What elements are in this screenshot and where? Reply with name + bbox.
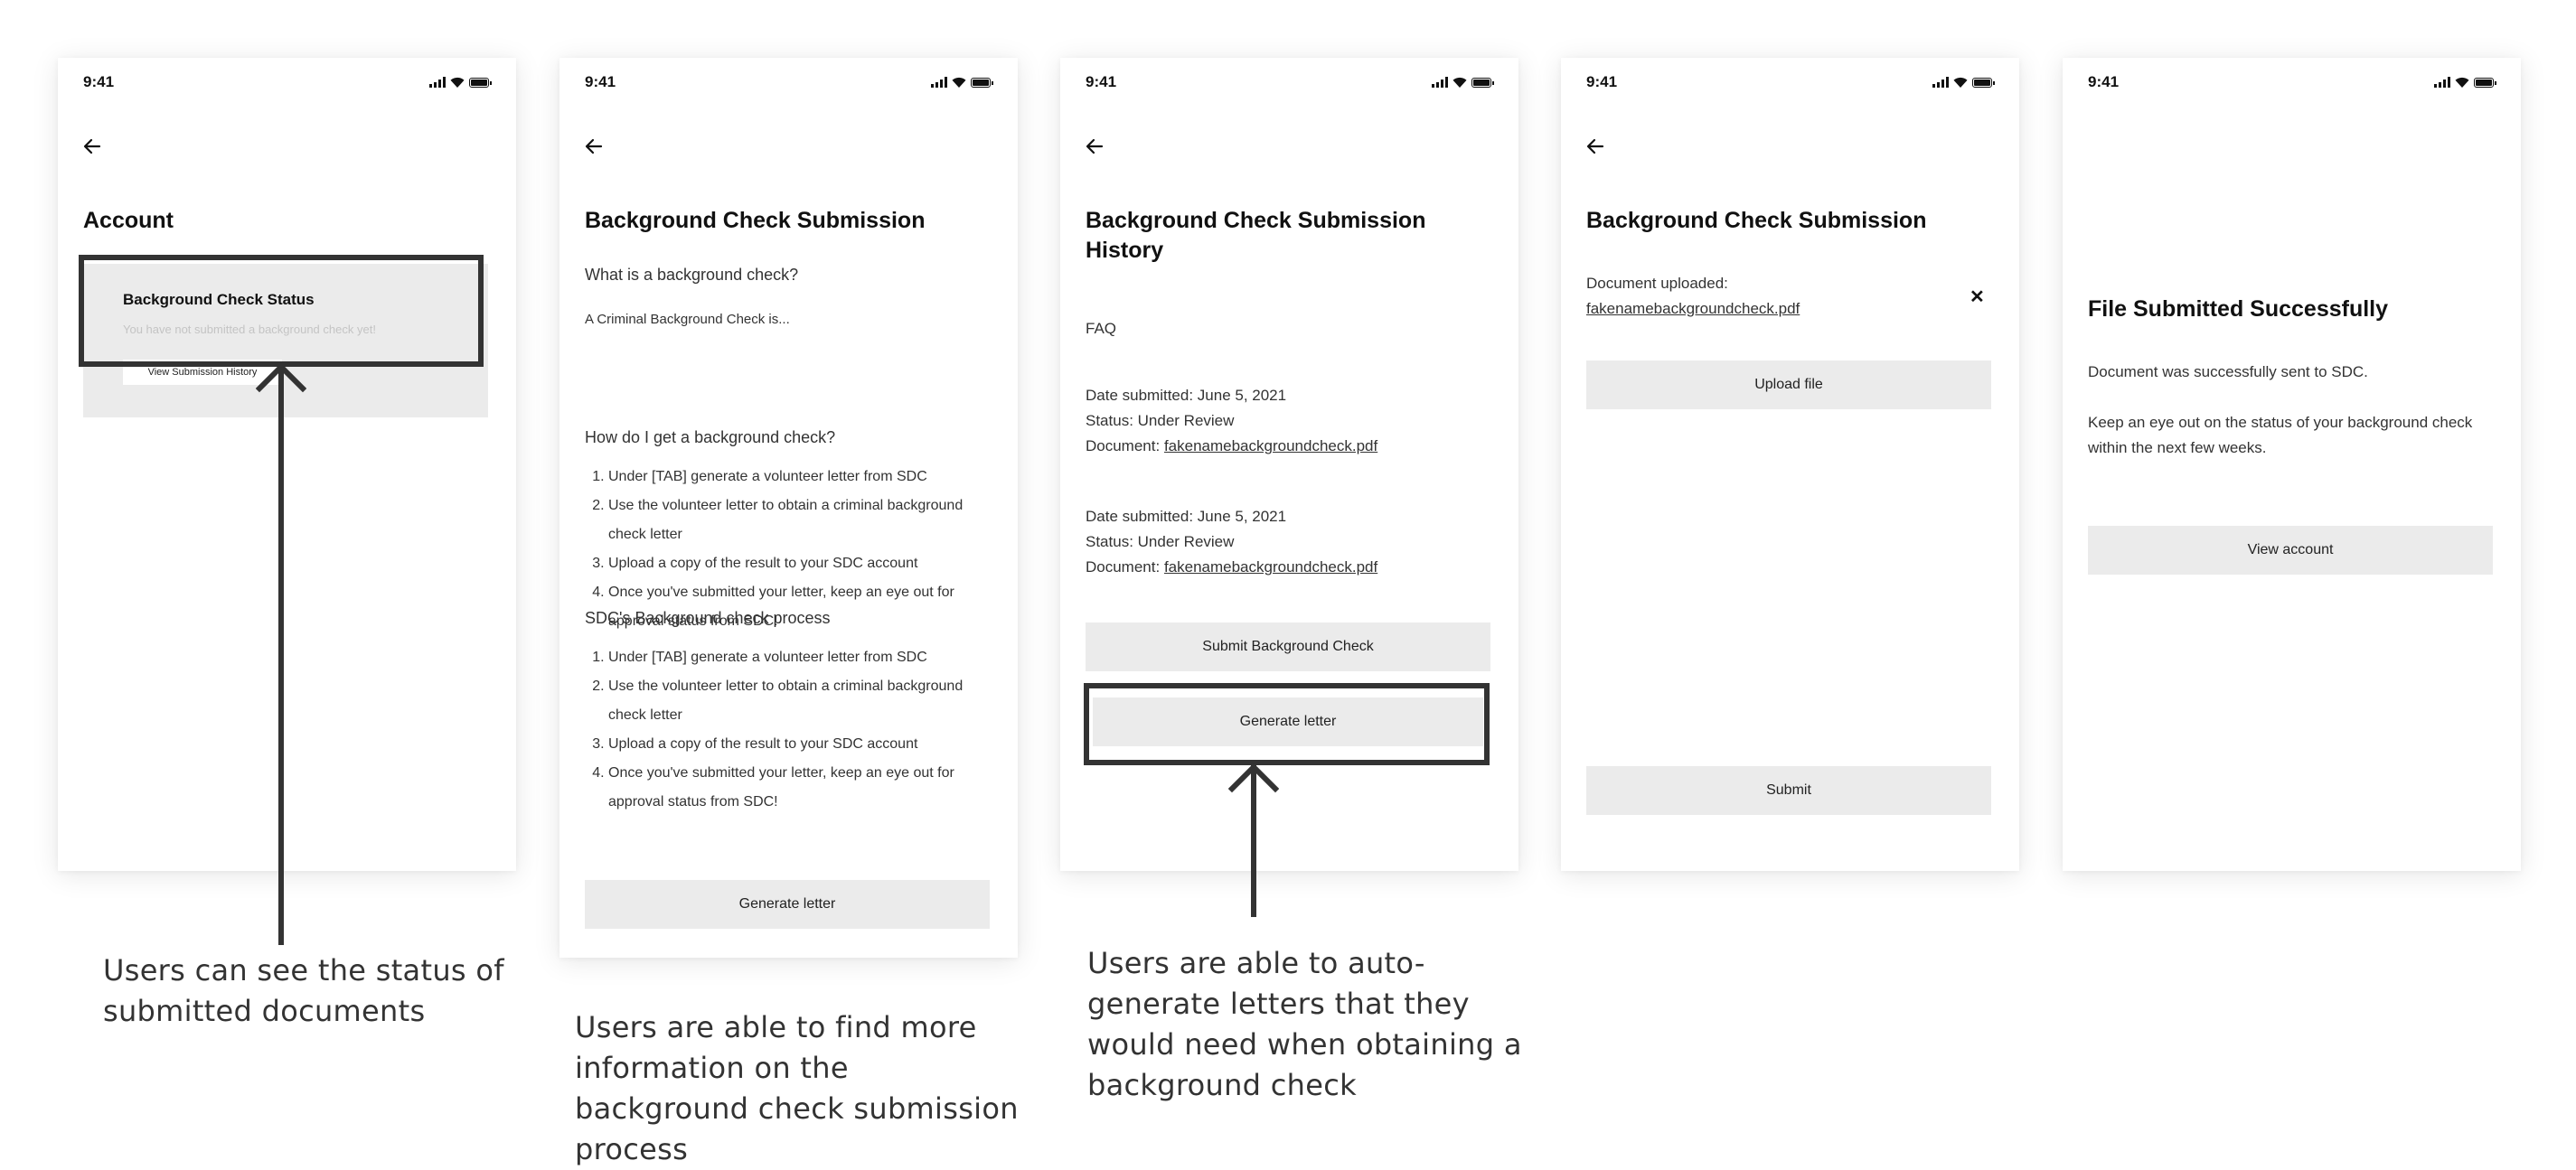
caption-status: Users can see the status of submitted do…	[103, 953, 504, 1028]
signal-icon	[1432, 77, 1448, 88]
status-time: 9:41	[585, 73, 616, 90]
status-icons	[1932, 76, 1995, 88]
list-item: Under [TAB] generate a volunteer letter …	[608, 463, 992, 491]
history-entry: Date submitted: June 5, 2021 Status: Und…	[1086, 383, 1377, 459]
status-time: 9:41	[1586, 73, 1618, 90]
question-process: SDC's Background check process	[585, 609, 831, 627]
entry-doc-link[interactable]: fakenamebackgroundcheck.pdf	[1164, 558, 1377, 576]
page-title: Account	[83, 208, 174, 233]
entry-status: Status: Under Review	[1086, 533, 1235, 550]
page-title: Background Check Submission	[585, 208, 926, 233]
battery-icon	[2474, 78, 2496, 88]
list-item: Once you've submitted your letter, keep …	[608, 759, 992, 817]
status-icons	[2434, 76, 2496, 88]
success-message: Document was successfully sent to SDC.	[2088, 363, 2368, 380]
status-icons	[1432, 76, 1494, 88]
wifi-icon	[1453, 77, 1467, 88]
highlight-generate-letter	[1084, 683, 1490, 765]
uploaded-label: Document uploaded:	[1586, 275, 1728, 292]
question-how-to: How do I get a background check?	[585, 428, 836, 446]
back-arrow-icon[interactable]	[1084, 136, 1105, 157]
answer-what-is: A Criminal Background Check is...	[585, 312, 790, 327]
caption-info: Users are able to find more information …	[575, 1010, 1019, 1166]
up-arrow-icon	[256, 362, 306, 945]
entry-status: Status: Under Review	[1086, 412, 1235, 429]
question-what-is: What is a background check?	[585, 266, 799, 284]
list-item: Upload a copy of the result to your SDC …	[608, 549, 992, 578]
back-arrow-icon[interactable]	[583, 136, 605, 157]
back-arrow-icon[interactable]	[1584, 136, 1606, 157]
list-item: Under [TAB] generate a volunteer letter …	[608, 643, 992, 672]
wifi-icon	[450, 77, 465, 88]
wifi-icon	[952, 77, 966, 88]
upload-file-button[interactable]: Upload file	[1586, 360, 1991, 409]
wifi-icon	[2455, 77, 2469, 88]
highlight-status-card	[79, 255, 484, 367]
generate-letter-button[interactable]: Generate letter	[585, 880, 990, 929]
page-title: Background Check Submission History	[1086, 208, 1426, 263]
entry-doc-label: Document:	[1086, 558, 1164, 576]
signal-icon	[1932, 77, 1949, 88]
view-account-button[interactable]: View account	[2088, 526, 2493, 575]
status-time: 9:41	[1086, 73, 1117, 90]
list-item: Use the volunteer letter to obtain a cri…	[608, 491, 992, 549]
success-screen: 9:41 File Submitted Successfully Documen…	[2063, 58, 2521, 871]
battery-icon	[971, 78, 993, 88]
signal-icon	[931, 77, 947, 88]
signal-icon	[429, 77, 446, 88]
signal-icon	[2434, 77, 2450, 88]
submit-button[interactable]: Submit	[1586, 766, 1991, 815]
submit-background-check-button[interactable]: Submit Background Check	[1086, 622, 1490, 671]
battery-icon	[1972, 78, 1995, 88]
status-icons	[429, 76, 492, 88]
upload-screen: 9:41 Background Check Submission Documen…	[1561, 58, 2019, 871]
battery-icon	[1471, 78, 1494, 88]
faq-link[interactable]: FAQ	[1086, 316, 1116, 342]
status-time: 9:41	[2088, 73, 2120, 90]
battery-icon	[469, 78, 492, 88]
uploaded-file-name[interactable]: fakenamebackgroundcheck.pdf	[1586, 296, 1800, 322]
page-title: File Submitted Successfully	[2088, 296, 2389, 322]
up-arrow-icon	[1228, 763, 1279, 917]
list-item: Upload a copy of the result to your SDC …	[608, 730, 992, 759]
status-time: 9:41	[83, 73, 115, 90]
caption-generate: Users are able to auto-generate letters …	[1087, 946, 1522, 1102]
entry-date: Date submitted: June 5, 2021	[1086, 387, 1287, 404]
success-followup: Keep an eye out on the status of your ba…	[2088, 414, 2473, 456]
submission-info-screen: 9:41 Background Check Submission What is…	[559, 58, 1018, 958]
list-item: Use the volunteer letter to obtain a cri…	[608, 672, 992, 730]
page-title: Background Check Submission	[1586, 208, 1927, 233]
process-steps: Under [TAB] generate a volunteer letter …	[585, 643, 992, 817]
entry-date: Date submitted: June 5, 2021	[1086, 508, 1287, 525]
history-entry: Date submitted: June 5, 2021 Status: Und…	[1086, 504, 1377, 580]
status-icons	[931, 76, 993, 88]
back-arrow-icon[interactable]	[81, 136, 103, 157]
entry-doc-link[interactable]: fakenamebackgroundcheck.pdf	[1164, 437, 1377, 454]
wifi-icon	[1953, 77, 1968, 88]
close-icon[interactable]: ✕	[1970, 285, 1985, 308]
entry-doc-label: Document:	[1086, 437, 1164, 454]
